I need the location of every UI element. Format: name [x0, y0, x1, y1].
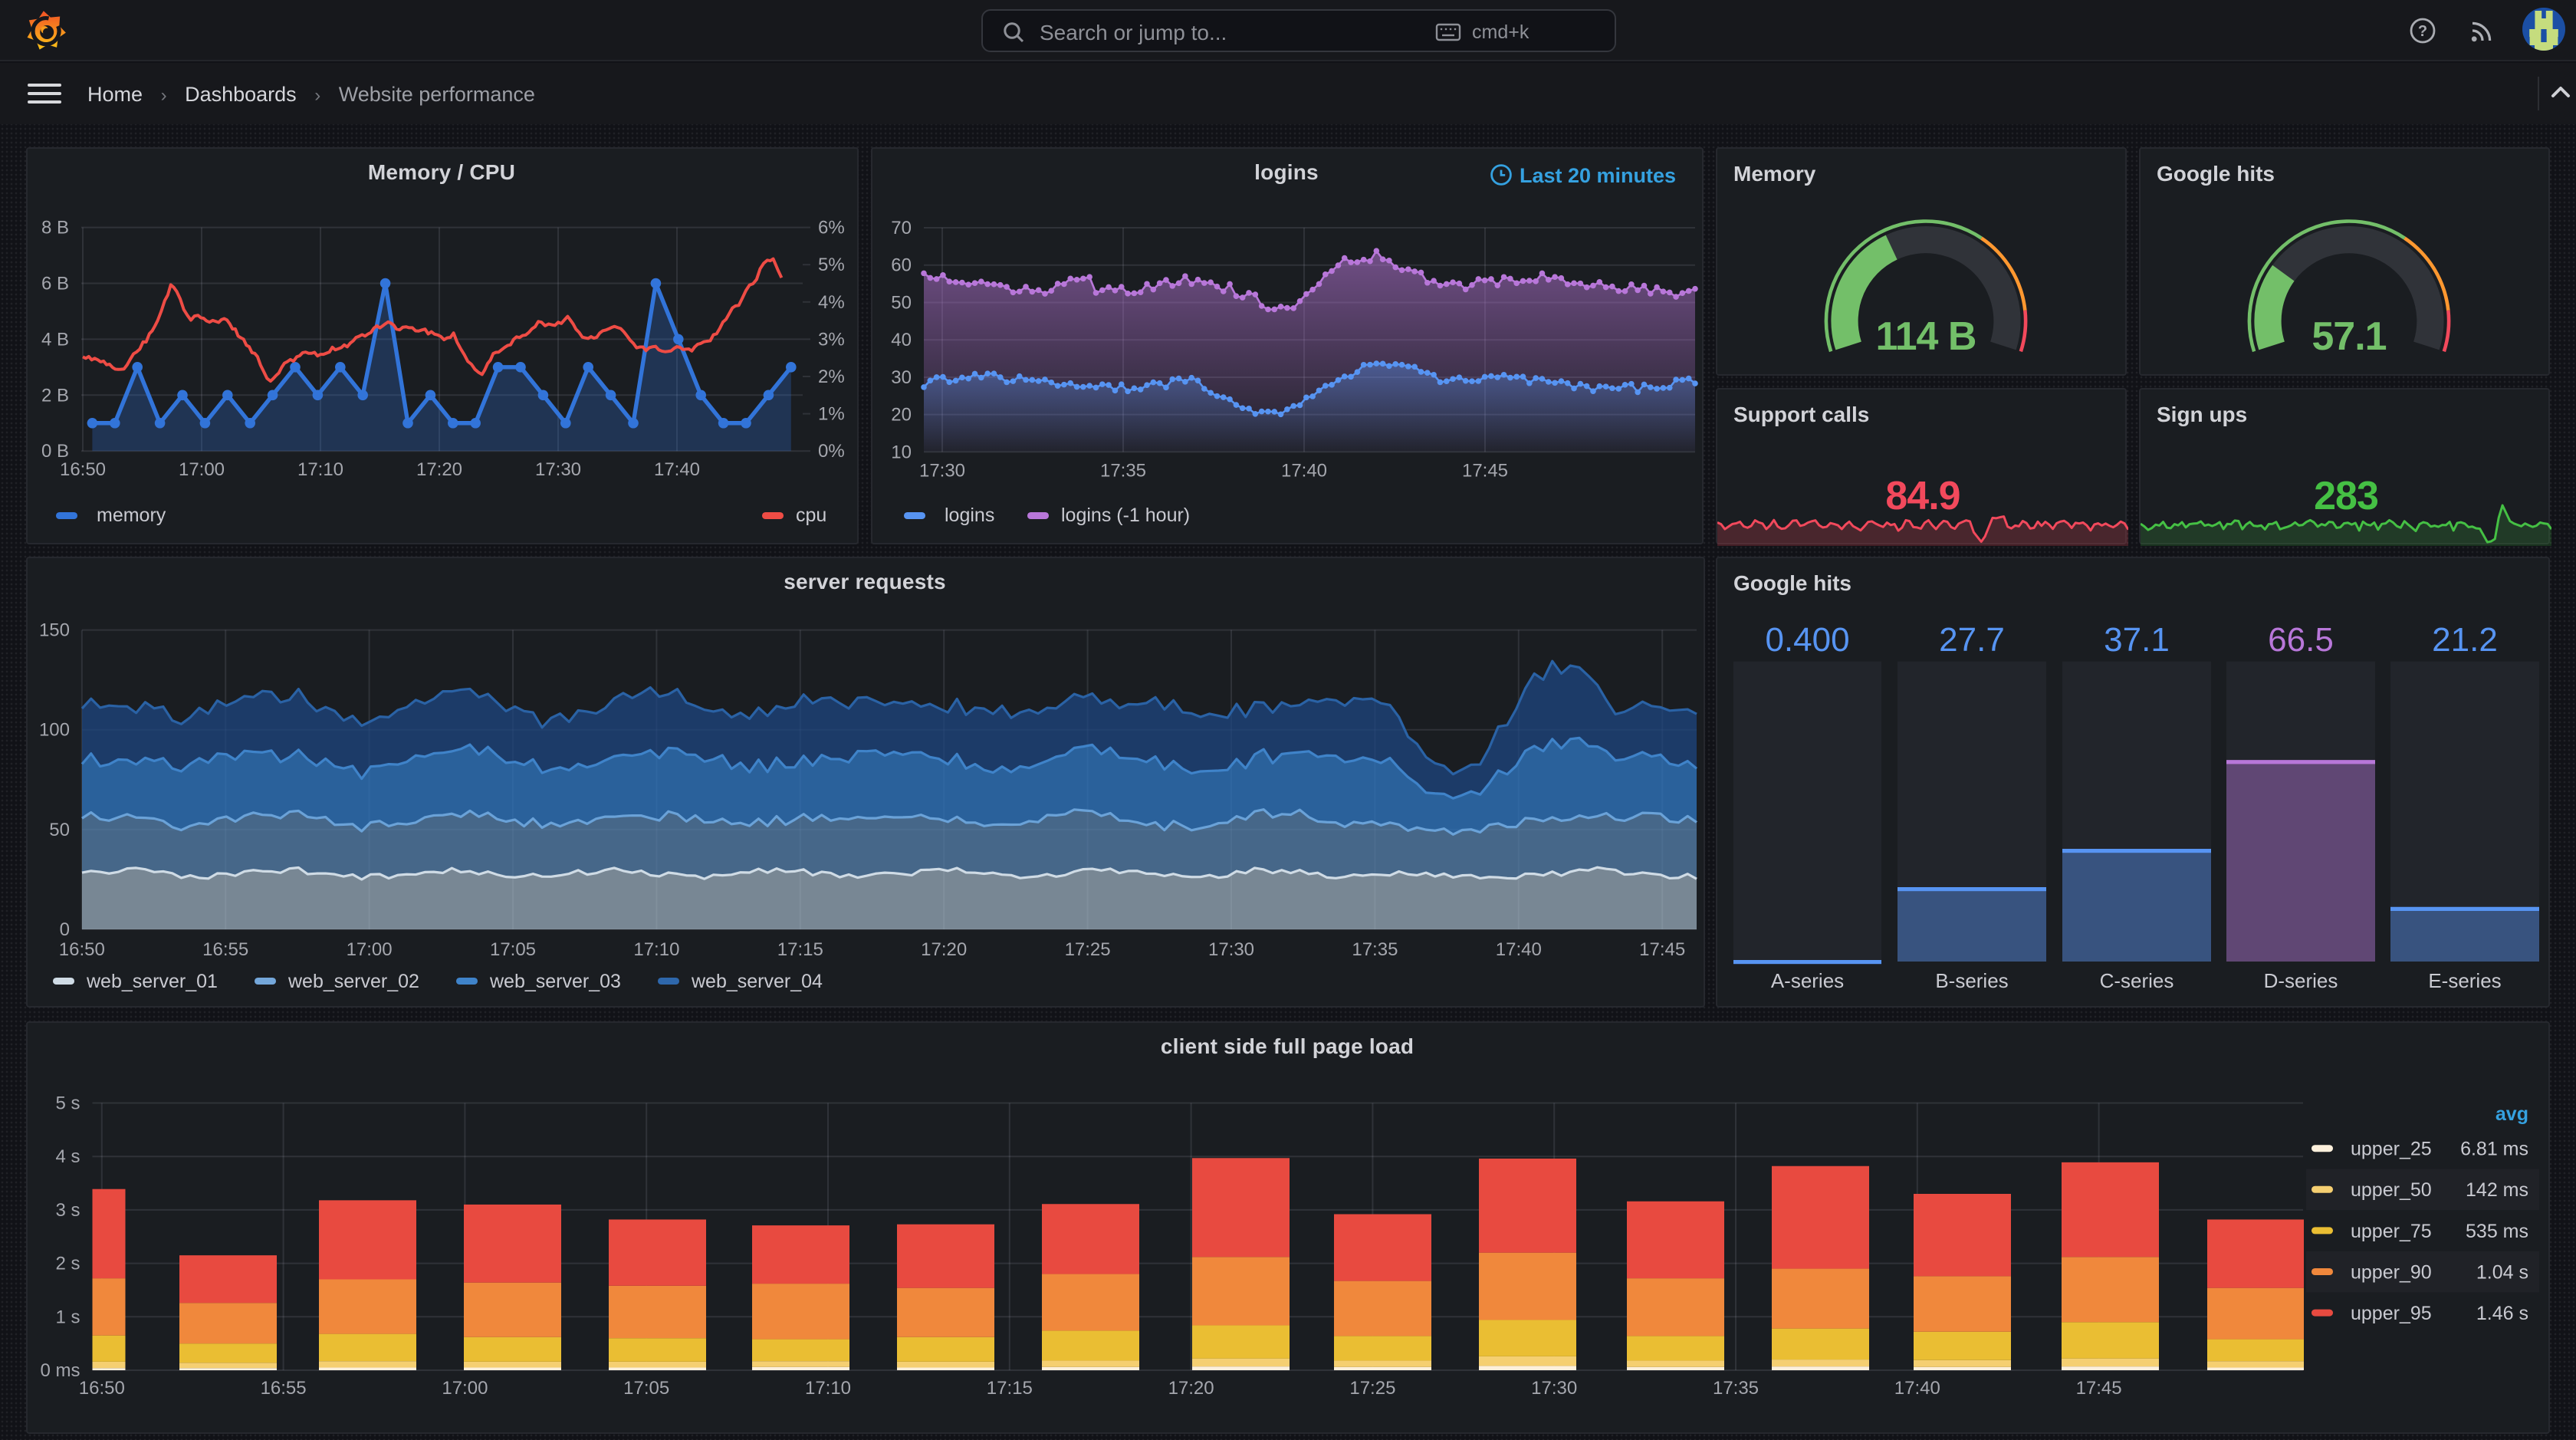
svg-text:17:40: 17:40 [1894, 1377, 1940, 1398]
svg-text:100: 100 [38, 720, 69, 741]
svg-text:17:45: 17:45 [1461, 460, 1507, 481]
svg-text:17:25: 17:25 [1064, 939, 1110, 960]
svg-text:3%: 3% [817, 329, 844, 350]
svg-text:57.1: 57.1 [2311, 314, 2385, 359]
svg-text:17:35: 17:35 [1712, 1377, 1758, 1398]
svg-text:17:05: 17:05 [623, 1377, 669, 1398]
svg-text:5%: 5% [817, 255, 844, 275]
svg-text:17:45: 17:45 [1638, 939, 1684, 960]
svg-text:17:30: 17:30 [534, 459, 580, 480]
svg-text:6 B: 6 B [41, 274, 68, 294]
svg-text:5 s: 5 s [54, 1093, 79, 1113]
svg-text:16:55: 16:55 [202, 939, 248, 960]
svg-text:16:50: 16:50 [58, 939, 104, 960]
svg-text:6.81 ms: 6.81 ms [2459, 1138, 2528, 1159]
svg-text:17:40: 17:40 [1280, 460, 1326, 481]
svg-text:17:40: 17:40 [1495, 939, 1541, 960]
svg-text:142 ms: 142 ms [2465, 1179, 2528, 1200]
svg-text:20: 20 [890, 405, 911, 426]
svg-text:upper_90: upper_90 [2350, 1261, 2431, 1282]
svg-text:17:20: 17:20 [920, 939, 966, 960]
svg-text:E-series: E-series [2427, 969, 2500, 992]
svg-text:upper_25: upper_25 [2350, 1138, 2431, 1159]
svg-text:4%: 4% [817, 292, 844, 313]
svg-text:1 s: 1 s [54, 1306, 79, 1327]
svg-text:16:55: 16:55 [260, 1377, 306, 1398]
svg-text:17:20: 17:20 [1168, 1377, 1214, 1398]
svg-text:17:00: 17:00 [346, 939, 392, 960]
svg-text:D-series: D-series [2263, 969, 2338, 992]
svg-text:37.1: 37.1 [2103, 621, 2169, 659]
svg-text:114 B: 114 B [1875, 314, 1976, 359]
svg-text:16:50: 16:50 [78, 1377, 124, 1398]
svg-text:0.400: 0.400 [1764, 621, 1848, 659]
svg-text:upper_50: upper_50 [2350, 1179, 2431, 1200]
svg-text:avg: avg [2495, 1103, 2528, 1124]
svg-text:17:15: 17:15 [986, 1377, 1032, 1398]
svg-text:50: 50 [48, 820, 69, 840]
svg-text:4 B: 4 B [41, 329, 68, 350]
svg-text:C-series: C-series [2099, 969, 2174, 992]
svg-text:10: 10 [890, 442, 911, 462]
svg-text:logins (-1 hour): logins (-1 hour) [1060, 505, 1189, 526]
svg-text:2 s: 2 s [54, 1253, 79, 1274]
svg-text:upper_95: upper_95 [2350, 1302, 2431, 1323]
svg-text:web_server_02: web_server_02 [287, 971, 419, 992]
svg-text:1.46 s: 1.46 s [2476, 1302, 2528, 1323]
svg-text:4 s: 4 s [54, 1146, 79, 1166]
svg-text:17:40: 17:40 [653, 459, 699, 480]
svg-text:60: 60 [890, 255, 911, 276]
svg-text:upper_75: upper_75 [2350, 1220, 2431, 1241]
svg-text:30: 30 [890, 367, 911, 388]
svg-text:0: 0 [59, 919, 69, 940]
svg-text:8 B: 8 B [41, 218, 68, 238]
svg-text:27.7: 27.7 [1938, 621, 2004, 659]
svg-text:17:30: 17:30 [1208, 939, 1254, 960]
svg-text:16:50: 16:50 [59, 459, 105, 480]
svg-text:2%: 2% [817, 367, 844, 387]
svg-text:web_server_04: web_server_04 [690, 971, 822, 992]
svg-text:2 B: 2 B [41, 385, 68, 406]
svg-text:web_server_01: web_server_01 [85, 971, 217, 992]
svg-text:150: 150 [38, 620, 69, 641]
svg-text:17:00: 17:00 [441, 1377, 487, 1398]
svg-text:70: 70 [890, 218, 911, 238]
svg-text:A-series: A-series [1770, 969, 1843, 992]
svg-text:21.2: 21.2 [2431, 621, 2497, 659]
svg-text:0 B: 0 B [41, 441, 68, 462]
svg-text:17:45: 17:45 [2075, 1377, 2121, 1398]
svg-text:0 ms: 0 ms [39, 1359, 79, 1380]
svg-text:17:15: 17:15 [777, 939, 823, 960]
svg-text:17:25: 17:25 [1349, 1377, 1395, 1398]
svg-text:535 ms: 535 ms [2465, 1220, 2528, 1241]
svg-text:3 s: 3 s [54, 1199, 79, 1220]
svg-text:0%: 0% [817, 441, 844, 462]
svg-text:17:35: 17:35 [1099, 460, 1145, 481]
svg-text:17:10: 17:10 [297, 459, 343, 480]
svg-text:?: ? [2418, 23, 2427, 40]
svg-text:50: 50 [890, 292, 911, 313]
svg-text:cpu: cpu [795, 505, 826, 526]
svg-text:17:30: 17:30 [1530, 1377, 1576, 1398]
svg-text:17:05: 17:05 [489, 939, 535, 960]
svg-text:6%: 6% [817, 218, 844, 238]
svg-text:Last 20 minutes: Last 20 minutes [1519, 164, 1675, 187]
svg-text:memory: memory [96, 505, 166, 526]
svg-text:1.04 s: 1.04 s [2476, 1261, 2528, 1282]
svg-text:B-series: B-series [1934, 969, 2007, 992]
svg-text:66.5: 66.5 [2267, 621, 2333, 659]
svg-text:web_server_03: web_server_03 [488, 971, 620, 992]
svg-text:1%: 1% [817, 404, 844, 425]
svg-text:17:30: 17:30 [918, 460, 964, 481]
svg-text:17:20: 17:20 [416, 459, 462, 480]
svg-text:logins: logins [944, 505, 994, 526]
svg-text:17:35: 17:35 [1351, 939, 1397, 960]
svg-text:17:10: 17:10 [632, 939, 678, 960]
svg-text:17:10: 17:10 [804, 1377, 850, 1398]
svg-text:283: 283 [2313, 474, 2377, 518]
svg-text:40: 40 [890, 330, 911, 350]
svg-text:17:00: 17:00 [178, 459, 224, 480]
svg-text:84.9: 84.9 [1884, 474, 1959, 518]
